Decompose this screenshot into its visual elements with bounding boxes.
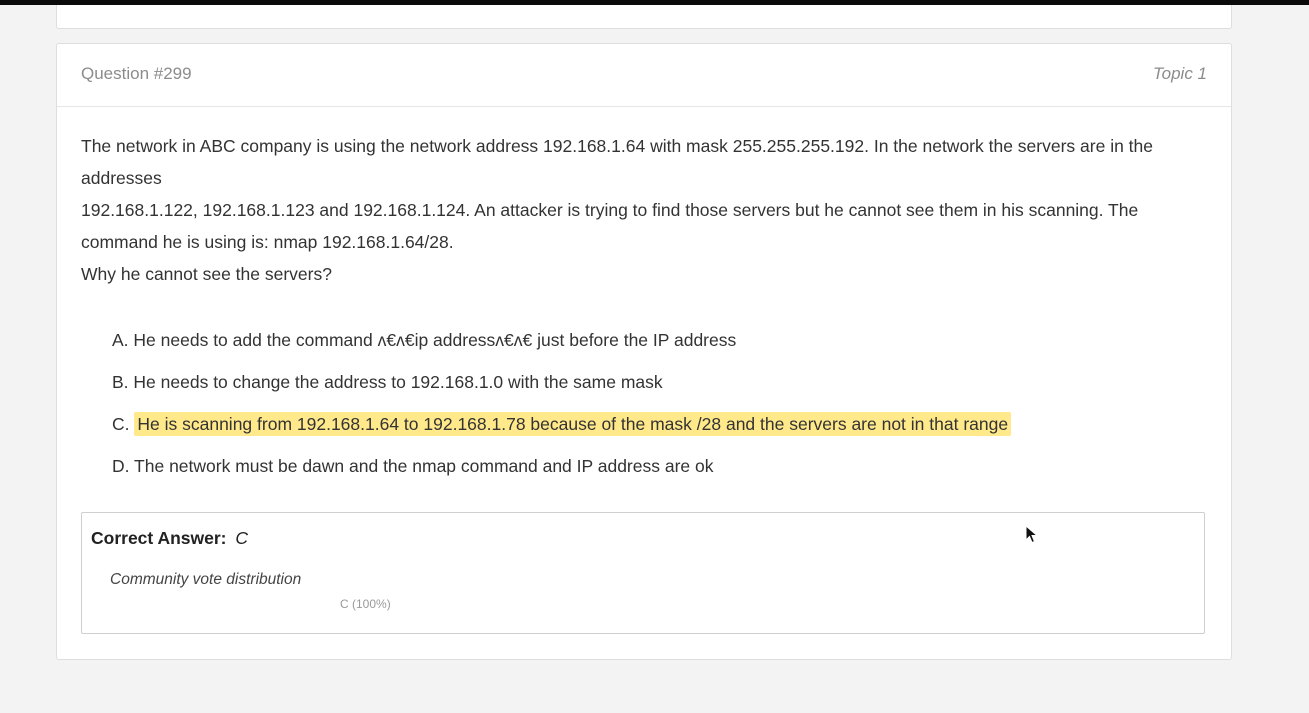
question-number: Question #299 — [81, 64, 192, 83]
question-text-line: addresses — [81, 168, 162, 188]
choice-text: He needs to change the address to 192.16… — [133, 372, 663, 392]
question-header: Question #299 Topic 1 — [57, 44, 1231, 107]
choice-d[interactable]: D. The network must be dawn and the nmap… — [112, 452, 1011, 494]
choice-a[interactable]: A. He needs to add the command ʌ€ʌ€ip ad… — [112, 326, 1011, 368]
question-text-line: Why he cannot see the servers? — [81, 264, 332, 284]
choices-list: A. He needs to add the command ʌ€ʌ€ip ad… — [112, 326, 1012, 494]
topic-label[interactable]: Topic 1 — [1153, 64, 1207, 84]
correct-answer-label: Correct Answer: — [91, 528, 227, 548]
choice-text: He needs to add the command ʌ€ʌ€ip addre… — [133, 330, 737, 350]
choice-text: The network must be dawn and the nmap co… — [134, 456, 714, 476]
previous-question-card — [56, 5, 1232, 29]
correct-answer: Correct Answer: C — [91, 528, 248, 549]
choice-b[interactable]: B. He needs to change the address to 192… — [112, 368, 1011, 410]
choice-letter: A. — [112, 330, 129, 350]
question-card: Question #299 Topic 1 The network in ABC… — [56, 43, 1232, 660]
mouse-pointer-icon — [1025, 524, 1039, 550]
question-text: The network in ABC company is using the … — [81, 130, 1181, 290]
vote-distribution-title: Community vote distribution — [110, 571, 302, 588]
choice-letter: C. — [112, 414, 130, 434]
page: Question #299 Topic 1 The network in ABC… — [0, 5, 1309, 713]
choice-c[interactable]: C. He is scanning from 192.168.1.64 to 1… — [112, 410, 1012, 452]
correct-answer-value: C — [235, 528, 249, 548]
vote-bar-label: C (100%) — [340, 597, 391, 611]
choice-letter: D. — [112, 456, 130, 476]
choice-text-highlighted: He is scanning from 192.168.1.64 to 192.… — [134, 412, 1012, 436]
question-text-line: 192.168.1.122, 192.168.1.123 and 192.168… — [81, 200, 1139, 220]
choice-letter: B. — [112, 372, 129, 392]
question-text-line: command he is using is: nmap 192.168.1.6… — [81, 232, 454, 252]
question-text-line: The network in ABC company is using the … — [81, 136, 1154, 156]
